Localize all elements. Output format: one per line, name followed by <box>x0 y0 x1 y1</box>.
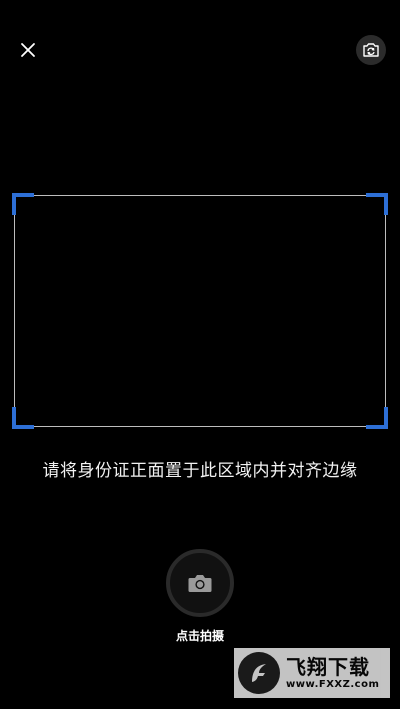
watermark-text: 飞翔下载 www.FXXZ.com <box>286 655 379 691</box>
frame-corner-top-left <box>12 193 34 215</box>
alignment-hint: 请将身份证正面置于此区域内并对齐边缘 <box>42 461 358 481</box>
switch-camera-button[interactable] <box>356 35 386 65</box>
watermark-url: www.FXXZ.com <box>286 679 380 690</box>
switch-camera-icon <box>363 43 379 57</box>
id-card-capture-screen: 请将身份证正面置于此区域内并对齐边缘 点击拍摄 飞翔下载 www.FXXZ.co… <box>0 0 400 709</box>
shutter-button[interactable] <box>166 549 234 617</box>
camera-icon <box>188 575 212 592</box>
id-card-frame <box>12 193 388 429</box>
watermark-logo-icon <box>238 652 280 694</box>
watermark-title: 飞翔下载 <box>286 655 370 679</box>
close-icon <box>21 43 35 57</box>
frame-corner-bottom-right <box>366 407 388 429</box>
frame-corner-bottom-left <box>12 407 34 429</box>
shutter-label: 点击拍摄 <box>175 629 224 643</box>
frame-corner-top-right <box>366 193 388 215</box>
watermark: 飞翔下载 www.FXXZ.com <box>234 648 390 698</box>
close-button[interactable] <box>14 36 42 64</box>
